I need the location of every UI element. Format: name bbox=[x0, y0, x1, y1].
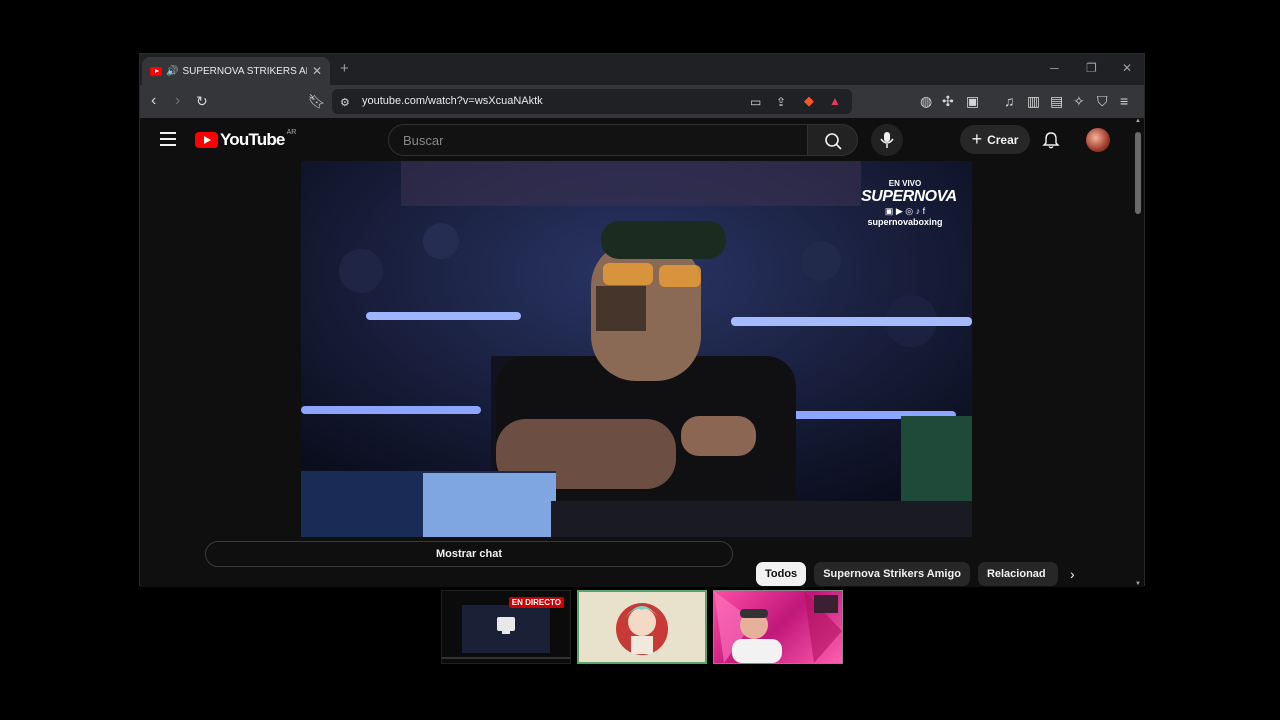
media-icon[interactable]: ♫ bbox=[1004, 92, 1015, 110]
tab-strip: 🔊 SUPERNOVA STRIKERS AMIGO ✕ + ─ ❐ ✕ bbox=[140, 54, 1144, 85]
search-icon bbox=[825, 133, 842, 150]
brave-rewards-icon[interactable]: ▲ bbox=[829, 92, 841, 110]
scroll-up-icon[interactable]: ▲ bbox=[1135, 118, 1141, 124]
shield-icon[interactable]: ⛉ bbox=[1097, 92, 1108, 110]
video-player[interactable]: EN VIVO SUPERNOVA ▣ ▶ ◎ ♪ f supernovabox… bbox=[301, 161, 972, 537]
chevron-right-icon[interactable]: › bbox=[1070, 566, 1075, 582]
restore-icon[interactable]: ❐ bbox=[1086, 61, 1097, 75]
address-bar[interactable]: ⚙ youtube.com/watch?v=wsXcuaNAktk ▭ ⇪ ◆ … bbox=[332, 89, 852, 114]
brand-handle: supernovaboxing bbox=[867, 217, 943, 227]
broadcast-watermark: EN VIVO SUPERNOVA ▣ ▶ ◎ ♪ f supernovabox… bbox=[861, 179, 957, 227]
site-info-icon[interactable]: ⚙ bbox=[340, 94, 350, 112]
search-input[interactable] bbox=[401, 132, 795, 149]
recommendation-chips: Todos Supernova Strikers Amigo Relaciona… bbox=[756, 562, 1075, 586]
speaker-icon[interactable]: 🔊 bbox=[166, 66, 178, 77]
notifications-bell-icon[interactable] bbox=[1042, 131, 1060, 149]
chip-all[interactable]: Todos bbox=[756, 562, 807, 586]
window-close-icon[interactable]: ✕ bbox=[1122, 61, 1132, 75]
menu-icon[interactable]: ≡ bbox=[1120, 92, 1128, 110]
scroll-down-icon[interactable]: ▼ bbox=[1135, 581, 1141, 587]
country-code: AR bbox=[286, 128, 297, 136]
browser-window: 🔊 SUPERNOVA STRIKERS AMIGO ✕ + ─ ❐ ✕ ‹ ›… bbox=[139, 53, 1145, 587]
preview-streamer-webcam[interactable] bbox=[713, 590, 843, 664]
tab-title: SUPERNOVA STRIKERS AMIGO bbox=[182, 65, 307, 77]
chip-related[interactable]: Relacionad bbox=[977, 562, 1058, 586]
browser-toolbar: ‹ › ↻ 🔖︎ ⚙ youtube.com/watch?v=wsXcuaNAk… bbox=[140, 85, 1144, 118]
leo-ai-icon[interactable]: ✧ bbox=[1073, 92, 1085, 110]
create-label: Crear bbox=[987, 132, 1019, 147]
streamer-webcam-image bbox=[714, 591, 842, 663]
cast-icon[interactable]: ▭ bbox=[750, 93, 761, 111]
youtube-play-icon bbox=[195, 132, 218, 148]
page-scrollbar[interactable]: ▲ ▼ bbox=[1133, 118, 1144, 587]
browser-tab[interactable]: 🔊 SUPERNOVA STRIKERS AMIGO ✕ bbox=[142, 57, 330, 85]
tab-close-icon[interactable]: ✕ bbox=[312, 64, 322, 78]
minimize-icon[interactable]: ─ bbox=[1050, 61, 1059, 75]
youtube-favicon-icon bbox=[150, 66, 162, 76]
bookmark-icon[interactable]: 🔖︎ bbox=[308, 92, 326, 110]
microphone-icon bbox=[880, 132, 894, 148]
preview-anime-avatar[interactable] bbox=[577, 590, 707, 664]
sidebar-icon[interactable]: ▥ bbox=[1027, 92, 1040, 110]
voice-search-button[interactable] bbox=[871, 124, 903, 156]
search-box[interactable] bbox=[388, 124, 808, 156]
create-button[interactable]: + Crear bbox=[960, 125, 1030, 154]
plus-icon: + bbox=[971, 129, 983, 149]
account-avatar[interactable] bbox=[1086, 128, 1110, 152]
extensions-icon[interactable]: ✣ bbox=[942, 92, 954, 110]
youtube-logo[interactable]: YouTube AR bbox=[195, 128, 297, 150]
vpn-icon[interactable]: ◍ bbox=[920, 92, 932, 110]
screenshot-icon[interactable]: ▣ bbox=[966, 92, 979, 110]
new-tab-button[interactable]: + bbox=[340, 60, 349, 77]
url-text: youtube.com/watch?v=wsXcuaNAktk bbox=[362, 95, 543, 107]
youtube-page: YouTube AR + Crear bbox=[140, 118, 1134, 587]
back-icon[interactable]: ‹ bbox=[151, 92, 156, 110]
logo-wordmark: YouTube bbox=[220, 130, 285, 149]
scrollbar-thumb[interactable] bbox=[1135, 132, 1141, 214]
brave-shields-icon[interactable]: ◆ bbox=[804, 92, 814, 110]
anime-character-image bbox=[616, 603, 668, 655]
preview-browser-window[interactable]: EN DIRECTO bbox=[441, 590, 571, 664]
forward-icon[interactable]: › bbox=[175, 92, 180, 110]
social-icons: ▣ ▶ ◎ ♪ f bbox=[884, 206, 926, 216]
live-label: EN VIVO bbox=[888, 179, 922, 188]
brand-name: SUPERNOVA bbox=[861, 188, 957, 205]
reload-icon[interactable]: ↻ bbox=[196, 92, 208, 110]
search-button[interactable] bbox=[808, 124, 858, 156]
show-chat-button[interactable]: Mostrar chat bbox=[205, 541, 733, 567]
wallet-icon[interactable]: ▤ bbox=[1050, 92, 1063, 110]
taskbar-previews: EN DIRECTO bbox=[441, 590, 843, 664]
share-icon[interactable]: ⇪ bbox=[776, 93, 786, 111]
chip-channel[interactable]: Supernova Strikers Amigo bbox=[814, 562, 970, 586]
live-badge: EN DIRECTO bbox=[508, 597, 564, 608]
guide-menu-icon[interactable] bbox=[160, 132, 176, 150]
